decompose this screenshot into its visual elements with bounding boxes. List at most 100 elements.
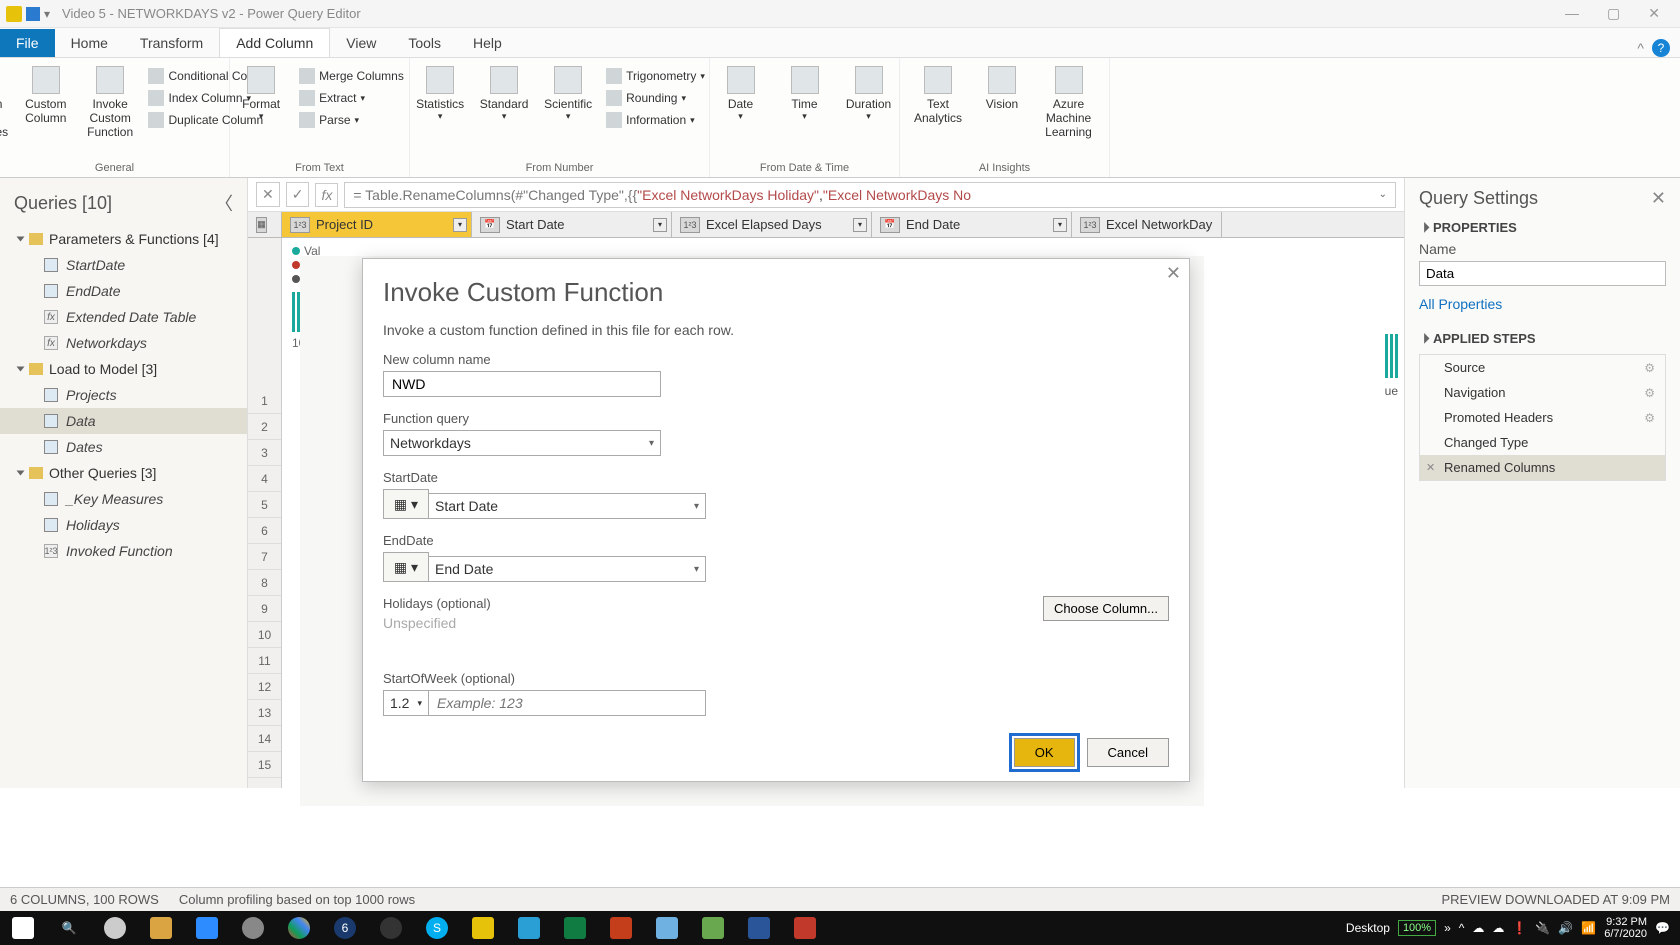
startofweek-input[interactable] xyxy=(428,690,706,716)
dialog-close-icon[interactable]: ✕ xyxy=(1166,263,1181,284)
tab-add-column[interactable]: Add Column xyxy=(219,28,330,57)
start-button[interactable] xyxy=(0,911,46,945)
step-changed-type[interactable]: Changed Type xyxy=(1420,430,1665,455)
fx-icon[interactable]: fx xyxy=(315,183,338,207)
taskbar-chrome[interactable] xyxy=(276,911,322,945)
rounding-button[interactable]: Rounding▾ xyxy=(602,88,709,108)
minimize-button[interactable]: — xyxy=(1551,5,1593,22)
all-properties-link[interactable]: All Properties xyxy=(1419,296,1666,312)
taskbar-skype[interactable]: S xyxy=(414,911,460,945)
column-from-examples-button[interactable]: Column From Examples xyxy=(0,62,12,143)
enddate-select[interactable]: End Date▾ xyxy=(428,556,706,582)
taskbar-powerpoint[interactable] xyxy=(598,911,644,945)
time-button[interactable]: Time▾ xyxy=(775,62,835,126)
standard-button[interactable]: Standard▾ xyxy=(474,62,534,126)
taskbar-excel[interactable] xyxy=(552,911,598,945)
cancel-button[interactable]: Cancel xyxy=(1087,738,1169,767)
date-button[interactable]: Date▾ xyxy=(711,62,771,126)
query-dates[interactable]: Dates xyxy=(0,434,247,460)
query-name-input[interactable] xyxy=(1419,261,1666,286)
custom-column-button[interactable]: Custom Column xyxy=(16,62,76,129)
col-start-date[interactable]: 📅Start Date▾ xyxy=(472,212,672,237)
col-excel-elapsed[interactable]: 1²3Excel Elapsed Days▾ xyxy=(672,212,872,237)
row-1[interactable]: 1 xyxy=(248,388,281,414)
query-extended-date[interactable]: fxExtended Date Table xyxy=(0,304,247,330)
col-excel-nwd[interactable]: 1²3Excel NetworkDay xyxy=(1072,212,1222,237)
invoke-custom-function-button[interactable]: Invoke Custom Function xyxy=(80,62,141,143)
query-networkdays[interactable]: fxNetworkdays xyxy=(0,330,247,356)
taskbar-zoom[interactable] xyxy=(184,911,230,945)
settings-close-icon[interactable]: ✕ xyxy=(1651,188,1666,209)
ribbon-collapse-icon[interactable]: ^ xyxy=(1637,40,1644,56)
folder-parameters[interactable]: Parameters & Functions [4] xyxy=(0,226,247,252)
text-analytics-button[interactable]: Text Analytics xyxy=(908,62,968,129)
azure-ml-button[interactable]: Azure Machine Learning xyxy=(1036,62,1101,143)
taskbar-notepad[interactable] xyxy=(644,911,690,945)
desktop-label[interactable]: Desktop xyxy=(1346,921,1390,935)
filter-icon[interactable]: ▾ xyxy=(453,218,467,232)
query-startdate[interactable]: StartDate xyxy=(0,252,247,278)
col-project-id[interactable]: 1²3Project ID▾ xyxy=(282,212,472,237)
step-source[interactable]: Source⚙ xyxy=(1420,355,1665,380)
format-button[interactable]: Format▾ xyxy=(231,62,291,126)
step-navigation[interactable]: Navigation⚙ xyxy=(1420,380,1665,405)
function-query-select[interactable]: Networkdays▾ xyxy=(383,430,661,456)
gear-icon[interactable]: ⚙ xyxy=(1644,411,1655,425)
gear-icon[interactable]: ⚙ xyxy=(1644,386,1655,400)
gear-icon[interactable]: ⚙ xyxy=(1644,361,1655,375)
delete-step-icon[interactable]: ✕ xyxy=(1426,461,1435,474)
step-renamed-columns[interactable]: ✕Renamed Columns xyxy=(1420,455,1665,480)
merge-columns-button[interactable]: Merge Columns xyxy=(295,66,408,86)
duration-button[interactable]: Duration▾ xyxy=(839,62,899,126)
commit-formula-icon[interactable]: ✓ xyxy=(286,182,310,207)
cancel-formula-icon[interactable]: ✕ xyxy=(256,182,280,207)
query-key-measures[interactable]: _Key Measures xyxy=(0,486,247,512)
battery-indicator[interactable]: 100% xyxy=(1398,920,1436,936)
ok-button[interactable]: OK xyxy=(1014,738,1075,767)
search-icon[interactable]: 🔍 xyxy=(46,911,92,945)
startdate-type-picker[interactable]: ▦ ▾ xyxy=(383,489,429,519)
tab-home[interactable]: Home xyxy=(55,29,124,57)
parse-button[interactable]: Parse▾ xyxy=(295,110,408,130)
taskbar-clock[interactable]: 9:32 PM 6/7/2020 xyxy=(1604,916,1647,940)
taskbar-powerbi[interactable] xyxy=(460,911,506,945)
query-invoked-function[interactable]: 1²3Invoked Function xyxy=(0,538,247,564)
tray-power-icon[interactable]: 🔌 xyxy=(1535,921,1550,935)
query-projects[interactable]: Projects xyxy=(0,382,247,408)
taskbar-app[interactable] xyxy=(92,911,138,945)
tray-volume-icon[interactable]: 🔊 xyxy=(1558,921,1573,935)
formula-input[interactable]: = Table.RenameColumns(#"Changed Type",{{… xyxy=(344,182,1396,208)
maximize-button[interactable]: ▢ xyxy=(1593,5,1634,22)
taskbar-snagit[interactable] xyxy=(506,911,552,945)
tray-wifi-icon[interactable]: 📶 xyxy=(1581,921,1596,935)
tray-chevron-icon[interactable]: ^ xyxy=(1459,921,1465,935)
vision-button[interactable]: Vision xyxy=(972,62,1032,115)
tab-transform[interactable]: Transform xyxy=(124,29,219,57)
col-end-date[interactable]: 📅End Date▾ xyxy=(872,212,1072,237)
trigonometry-button[interactable]: Trigonometry▾ xyxy=(602,66,709,86)
filter-icon[interactable]: ▾ xyxy=(853,218,867,232)
extract-button[interactable]: Extract▾ xyxy=(295,88,408,108)
tray-shield-icon[interactable]: ❗ xyxy=(1512,921,1527,935)
step-promoted-headers[interactable]: Promoted Headers⚙ xyxy=(1420,405,1665,430)
filter-icon[interactable]: ▾ xyxy=(653,218,667,232)
tab-tools[interactable]: Tools xyxy=(392,29,457,57)
taskbar-app[interactable] xyxy=(368,911,414,945)
statistics-button[interactable]: Statistics▾ xyxy=(410,62,470,126)
notifications-icon[interactable]: 💬 xyxy=(1655,921,1670,935)
save-icon[interactable] xyxy=(26,7,40,21)
formula-expand-icon[interactable]: ⌄ xyxy=(1379,189,1387,200)
query-data[interactable]: Data xyxy=(0,408,247,434)
help-icon[interactable]: ? xyxy=(1652,39,1670,57)
enddate-type-picker[interactable]: ▦ ▾ xyxy=(383,552,429,582)
taskbar-word[interactable] xyxy=(736,911,782,945)
folder-other-queries[interactable]: Other Queries [3] xyxy=(0,460,247,486)
query-enddate[interactable]: EndDate xyxy=(0,278,247,304)
taskbar-app-red[interactable] xyxy=(782,911,828,945)
choose-column-button[interactable]: Choose Column... xyxy=(1043,596,1169,621)
tab-help[interactable]: Help xyxy=(457,29,518,57)
tray-cloud-icon[interactable]: ☁ xyxy=(1492,921,1504,935)
information-button[interactable]: Information▾ xyxy=(602,110,709,130)
filter-icon[interactable]: ▾ xyxy=(1053,218,1067,232)
query-holidays[interactable]: Holidays xyxy=(0,512,247,538)
